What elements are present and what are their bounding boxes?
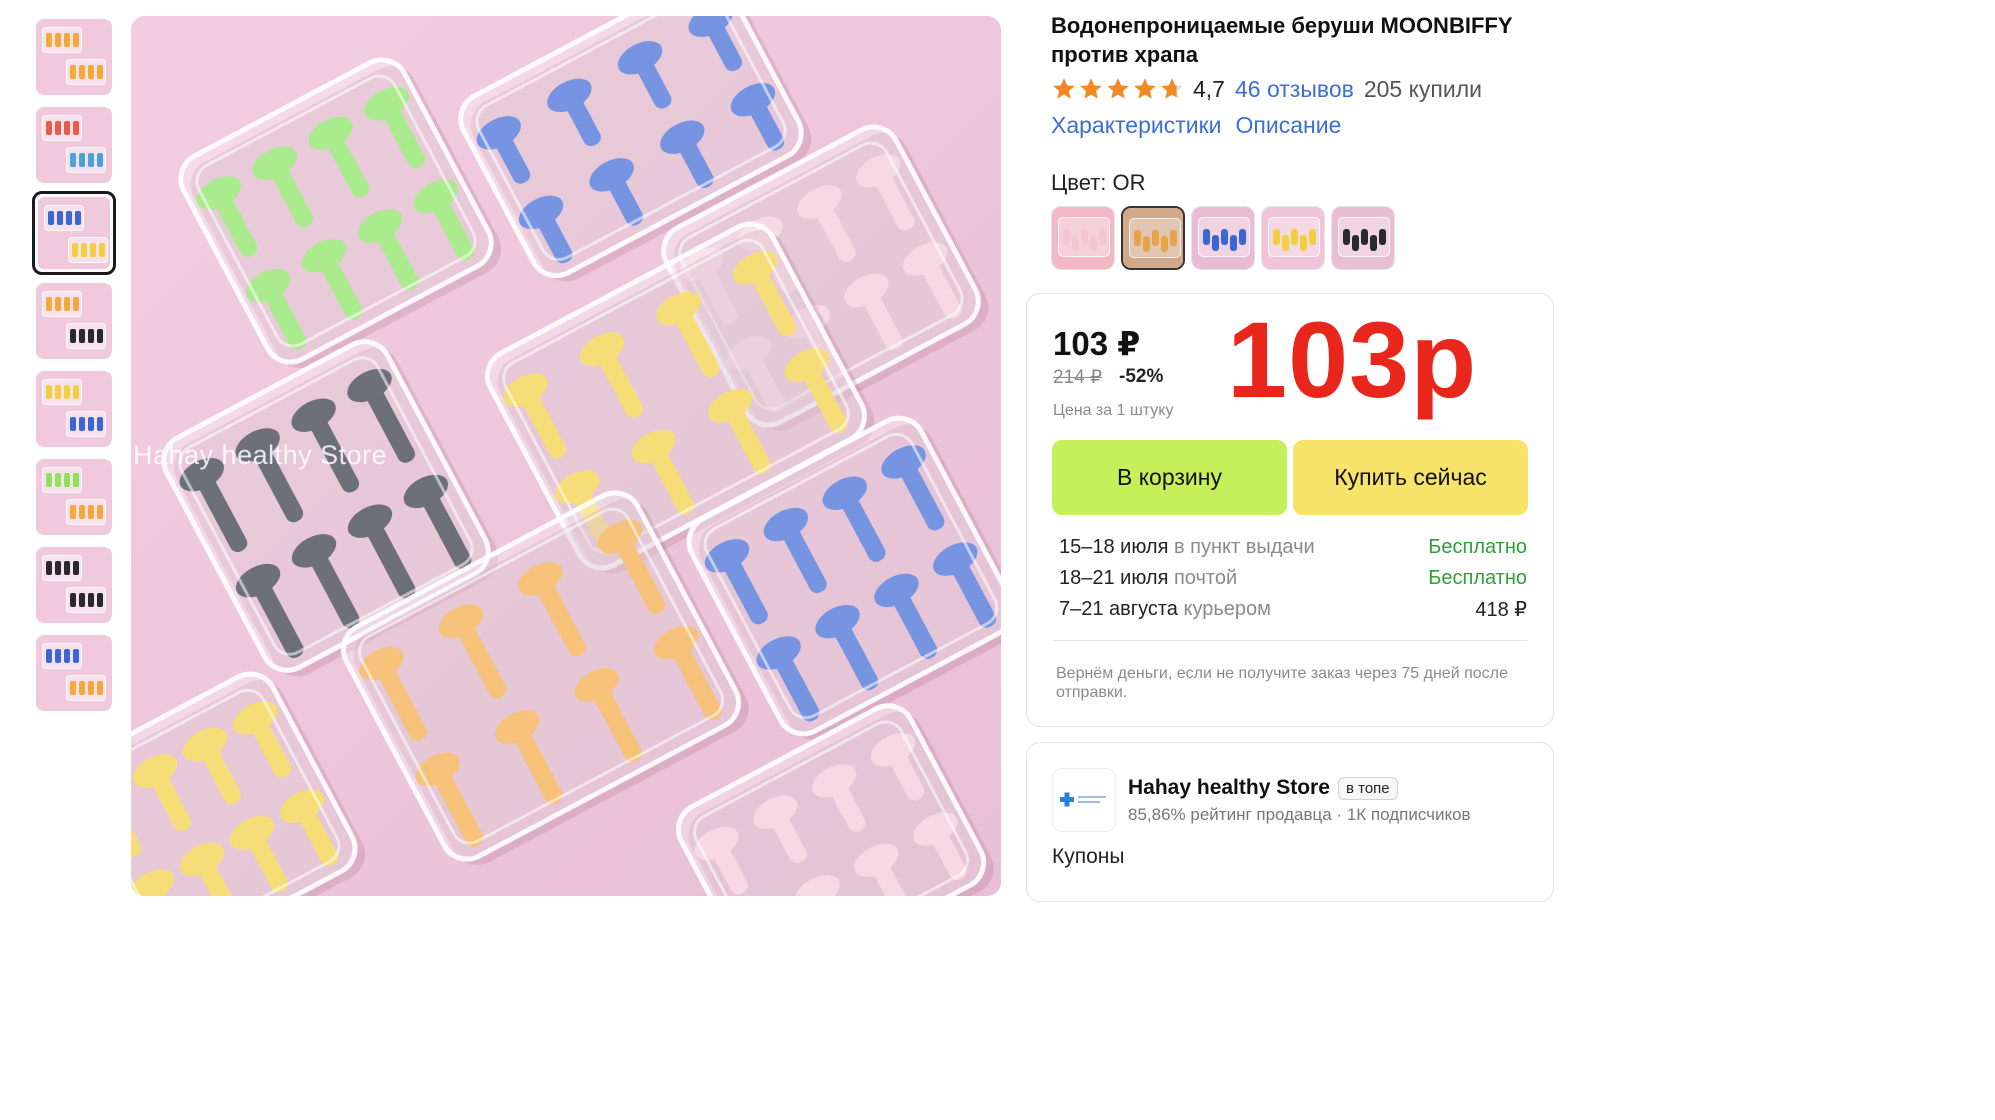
- delivery-date: 18–21 июля: [1059, 567, 1169, 589]
- star-icon: [1105, 76, 1131, 102]
- thumbnail-image: [36, 107, 112, 183]
- delivery-row: 7–21 августа курьером 418 ₽: [1059, 594, 1527, 625]
- thumbnail-image: [36, 547, 112, 623]
- store-meta: 85,86% рейтинг продавца · 1К подписчиков: [1128, 805, 1471, 824]
- reviews-link[interactable]: 46 отзывов: [1235, 76, 1354, 103]
- star-icon: [1078, 76, 1104, 102]
- star-icon: [1159, 76, 1185, 102]
- thumbnail-image: [36, 19, 112, 95]
- rating-stars: [1051, 76, 1185, 102]
- current-price: 103 ₽: [1053, 325, 1141, 362]
- product-tabs: Характеристики Описание: [1051, 112, 1341, 139]
- coupons-label: Купоны: [1052, 845, 1125, 868]
- delivery-method: в пункт выдачи: [1173, 536, 1315, 558]
- thumbnail-image: [36, 459, 112, 535]
- price-per-unit: Цена за 1 штуку: [1053, 402, 1174, 419]
- delivery-cost: Бесплатно: [1428, 567, 1527, 589]
- thumbnail[interactable]: [36, 547, 112, 623]
- delivery-row: 15–18 июля в пункт выдачи Бесплатно: [1059, 532, 1527, 563]
- thumbnail-image: [38, 197, 110, 269]
- store-top-badge: в топе: [1338, 777, 1398, 800]
- star-icon: [1132, 76, 1158, 102]
- refund-note: Вернём деньги, если не получите заказ че…: [1056, 665, 1508, 701]
- store-card: Hahay healthy Store в топе 85,86% рейтин…: [1026, 742, 1554, 902]
- old-price: 214 ₽: [1053, 367, 1103, 388]
- watermark-text: Hahay healthy Store: [133, 440, 388, 470]
- color-label: Цвет: OR: [1051, 170, 1146, 195]
- color-swatches: [1051, 206, 1395, 270]
- star-icon: [1051, 76, 1077, 102]
- thumbnail-image: [36, 635, 112, 711]
- store-name[interactable]: Hahay healthy Store: [1128, 776, 1330, 800]
- delivery-method: почтой: [1173, 567, 1238, 589]
- thumbnail-image: [36, 371, 112, 447]
- delivery-row: 18–21 июля почтой Бесплатно: [1059, 563, 1527, 594]
- delivery-cost: 418 ₽: [1475, 599, 1527, 621]
- thumbnail-image: [36, 283, 112, 359]
- color-swatch[interactable]: [1051, 206, 1115, 270]
- discount-badge: -52%: [1119, 366, 1164, 387]
- rating-row: 4,7 46 отзывов 205 купили: [1051, 74, 1482, 104]
- price-overlay-text: 103р: [1227, 299, 1478, 420]
- thumbnail[interactable]: [36, 107, 112, 183]
- main-product-image[interactable]: Hahay healthy Store: [131, 16, 1001, 896]
- delivery-cost: Бесплатно: [1428, 536, 1527, 558]
- delivery-date: 15–18 июля: [1059, 536, 1169, 558]
- delivery-date: 7–21 августа: [1059, 598, 1178, 620]
- delivery-options: 15–18 июля в пункт выдачи Бесплатно 18–2…: [1059, 532, 1527, 625]
- thumbnail[interactable]: [32, 191, 116, 275]
- color-swatch[interactable]: [1191, 206, 1255, 270]
- thumbnail[interactable]: [36, 459, 112, 535]
- divider: [1053, 640, 1527, 641]
- rating-value: 4,7: [1193, 75, 1225, 102]
- buy-now-button[interactable]: Купить сейчас: [1293, 440, 1528, 515]
- color-swatch[interactable]: [1261, 206, 1325, 270]
- add-to-cart-button[interactable]: В корзину: [1052, 440, 1287, 515]
- price-card: 103 ₽ 214 ₽ -52% Цена за 1 штуку 103р В …: [1026, 293, 1554, 727]
- store-logo[interactable]: [1052, 768, 1116, 832]
- color-swatch[interactable]: [1331, 206, 1395, 270]
- thumbnail[interactable]: [36, 371, 112, 447]
- thumbnail[interactable]: [36, 283, 112, 359]
- delivery-method: курьером: [1183, 598, 1271, 620]
- thumbnail[interactable]: [36, 635, 112, 711]
- product-title: Водонепроницаемые беруши MOONBIFFY проти…: [1051, 13, 1513, 67]
- sold-count: 205 купили: [1363, 75, 1482, 102]
- color-swatch[interactable]: [1121, 206, 1185, 270]
- tab-description[interactable]: Описание: [1236, 112, 1342, 139]
- thumbnail[interactable]: [36, 19, 112, 95]
- store-logo-icon: [1060, 792, 1106, 807]
- tab-characteristics[interactable]: Характеристики: [1051, 112, 1222, 139]
